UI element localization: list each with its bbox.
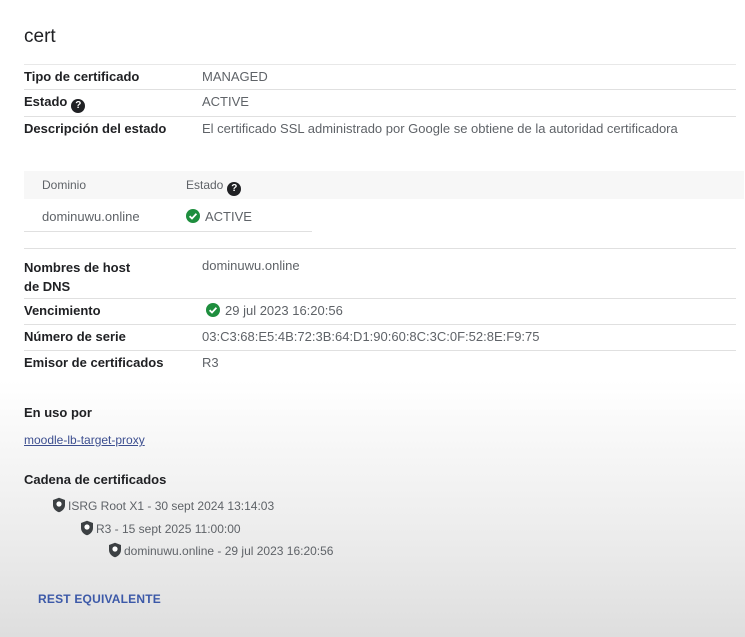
certificate-icon xyxy=(80,520,94,539)
detail-row-status: Estado? ACTIVE xyxy=(24,89,736,114)
column-header-domain: Dominio xyxy=(42,178,87,192)
detail-value: dominuwu.online xyxy=(202,258,300,273)
detail-label: Estado xyxy=(24,94,68,109)
target-proxy-link[interactable]: moodle-lb-target-proxy xyxy=(24,433,145,447)
detail-value: ACTIVE xyxy=(202,94,249,109)
detail-label: Número de serie xyxy=(24,329,126,344)
chain-item: ISRG Root X1 - 30 sept 2024 13:14:03 xyxy=(52,497,274,516)
table-cell-status: ACTIVE xyxy=(186,209,252,224)
chain-item: R3 - 15 sept 2025 11:00:00 xyxy=(80,520,241,539)
help-icon[interactable]: ? xyxy=(227,182,242,196)
rest-equivalent-button[interactable]: REST EQUIVALENTE xyxy=(38,592,161,606)
chain-item-text: R3 - 15 sept 2025 11:00:00 xyxy=(96,522,241,536)
detail-value: R3 xyxy=(202,355,219,370)
check-circle-icon xyxy=(206,303,220,317)
detail-label: Vencimiento xyxy=(24,303,101,318)
certificate-icon xyxy=(108,542,122,561)
page-title: cert xyxy=(24,26,56,47)
check-circle-icon xyxy=(186,209,200,223)
detail-row-status-description: Descripción del estado El certificado SS… xyxy=(24,116,736,141)
detail-value-wrap: 29 jul 2023 16:20:56 xyxy=(206,303,343,318)
status-value: ACTIVE xyxy=(205,209,252,224)
column-header-status: Estado xyxy=(186,178,224,192)
chain-item-text: dominuwu.online - 29 jul 2023 16:20:56 xyxy=(124,544,334,558)
detail-label-wrap: Nombres de host de DNS xyxy=(24,258,130,296)
help-icon[interactable]: ? xyxy=(71,99,86,113)
detail-label: Emisor de certificados xyxy=(24,355,164,370)
detail-label: de DNS xyxy=(24,279,71,294)
in-use-link-wrap: moodle-lb-target-proxy xyxy=(24,432,145,447)
detail-value: 03:C3:68:E5:4B:72:3B:64:D1:90:60:8C:3C:0… xyxy=(202,329,540,344)
detail-row-dns: Nombres de host de DNS dominuwu.online xyxy=(24,248,736,297)
detail-value: MANAGED xyxy=(202,69,268,84)
detail-row-serial: Número de serie 03:C3:68:E5:4B:72:3B:64:… xyxy=(24,324,736,349)
detail-label: Tipo de certificado xyxy=(24,69,140,84)
table-header: Dominio Estado? xyxy=(24,171,744,199)
chain-heading: Cadena de certificados xyxy=(24,472,167,487)
detail-value: El certificado SSL administrado por Goog… xyxy=(202,121,678,136)
detail-row-type: Tipo de certificado MANAGED xyxy=(24,64,736,89)
chain-item: dominuwu.online - 29 jul 2023 16:20:56 xyxy=(108,542,333,561)
certificate-icon xyxy=(52,497,66,516)
column-header-status-wrap: Estado? xyxy=(186,178,242,196)
detail-row-issuer: Emisor de certificados R3 xyxy=(24,350,736,375)
chain-item-text: ISRG Root X1 - 30 sept 2024 13:14:03 xyxy=(68,499,275,513)
detail-value: 29 jul 2023 16:20:56 xyxy=(225,303,343,318)
detail-label: Nombres de host xyxy=(24,260,131,275)
in-use-heading: En uso por xyxy=(24,405,92,420)
divider xyxy=(24,231,312,232)
table-cell-domain: dominuwu.online xyxy=(42,209,140,224)
detail-label-wrap: Estado? xyxy=(24,94,86,113)
detail-row-expiry: Vencimiento 29 jul 2023 16:20:56 xyxy=(24,298,736,323)
detail-label: Descripción del estado xyxy=(24,121,167,136)
